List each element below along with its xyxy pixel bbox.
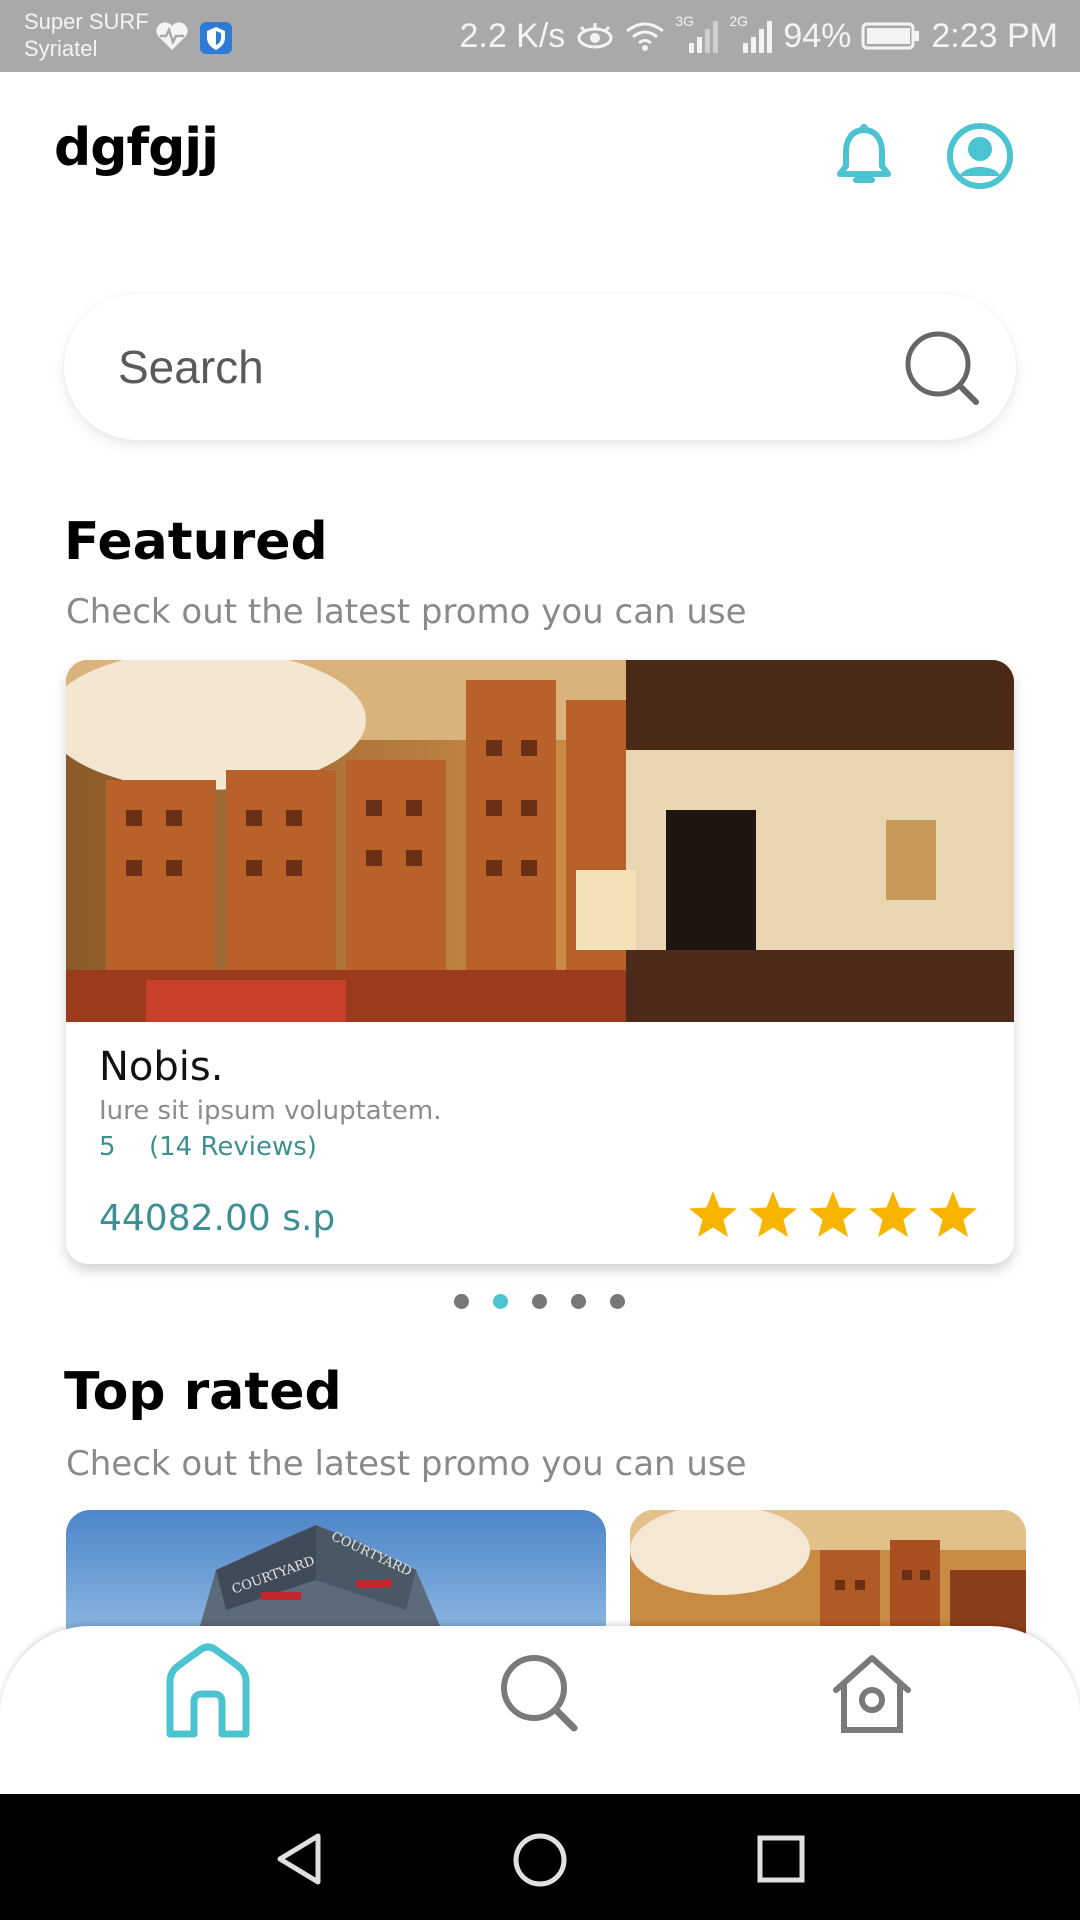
status-right: 2.2 K/s 3G 2G 94% 2:23 PM (459, 13, 1058, 58)
app-title: dgfgjj (54, 118, 219, 178)
clock: 2:23 PM (931, 16, 1058, 55)
hotel-lobby-image (66, 660, 1014, 1022)
net-3g-label: 3G (675, 13, 694, 29)
battery-icon (861, 22, 920, 50)
rating-value: 5 (99, 1132, 116, 1162)
bell-icon[interactable] (834, 124, 894, 190)
carrier-line-2: Syriatel (24, 36, 98, 61)
carousel-dot-active[interactable] (493, 1294, 508, 1309)
featured-card[interactable]: Nobis. Iure sit ipsum voluptatem. 5 (14 … (66, 660, 1014, 1264)
search-bar[interactable] (64, 294, 1016, 440)
signal-3g: 3G (675, 13, 719, 53)
carrier-line-1: Super SURF (24, 9, 149, 34)
system-navigation-bar (0, 1794, 1080, 1920)
user-icon[interactable] (946, 122, 1014, 190)
top-rated-title: Top rated (64, 1362, 342, 1422)
signal-2g: 2G (729, 13, 773, 53)
carousel-indicator (454, 1294, 625, 1309)
hotel-description: Iure sit ipsum voluptatem. (99, 1096, 442, 1126)
star-icon (929, 1191, 977, 1237)
star-icon (869, 1191, 917, 1237)
star-rating (686, 1188, 980, 1242)
star-icon (689, 1191, 737, 1237)
star-icon (809, 1191, 857, 1237)
carousel-dot[interactable] (610, 1294, 625, 1309)
heartbeat-icon (156, 22, 188, 50)
recents-icon[interactable] (756, 1834, 806, 1884)
back-icon[interactable] (274, 1832, 324, 1886)
house-icon[interactable] (832, 1654, 912, 1734)
carousel-dot[interactable] (454, 1294, 469, 1309)
top-rated-subtitle: Check out the latest promo you can use (66, 1444, 747, 1484)
search-input[interactable] (118, 332, 838, 402)
home-icon[interactable] (160, 1642, 256, 1742)
search-icon[interactable] (498, 1652, 582, 1736)
eye-icon (577, 23, 613, 49)
star-icon (749, 1191, 797, 1237)
hotel-lobby-image (630, 1510, 1026, 1640)
hotel-exterior-image: COURTYARD COURTYARD (66, 1510, 606, 1640)
battery-percent: 94% (783, 16, 852, 55)
net-speed: 2.2 K/s (459, 16, 566, 55)
hotel-name: Nobis. (99, 1044, 224, 1090)
carousel-dot[interactable] (571, 1294, 586, 1309)
shield-icon (200, 22, 232, 54)
top-rated-card[interactable] (630, 1510, 1026, 1640)
bottom-navigation (0, 1626, 1080, 1794)
search-icon[interactable] (902, 328, 982, 408)
carousel-dot[interactable] (532, 1294, 547, 1309)
top-rated-card[interactable]: COURTYARD COURTYARD (66, 1510, 606, 1640)
price: 44082.00 s.p (99, 1198, 336, 1239)
home-circle-icon[interactable] (512, 1832, 568, 1888)
status-bar: Super SURF Syriatel 2.2 K/s 3G 2G 94% 2:… (0, 0, 1080, 72)
reviews-count[interactable]: (14 Reviews) (149, 1132, 317, 1162)
carrier-label: Super SURF Syriatel (24, 8, 149, 62)
featured-subtitle: Check out the latest promo you can use (66, 592, 747, 632)
wifi-icon (626, 22, 665, 51)
featured-title: Featured (64, 512, 328, 572)
net-2g-label: 2G (729, 13, 748, 29)
